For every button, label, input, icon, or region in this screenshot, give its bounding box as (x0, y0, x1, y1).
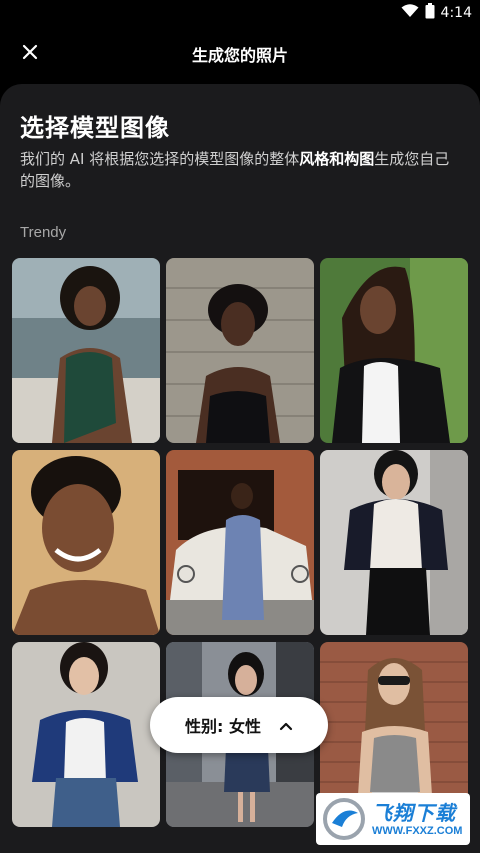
status-bar: 4:14 (0, 0, 480, 26)
model-photo-7[interactable] (12, 642, 160, 827)
top-bar: 生成您的照片 (0, 26, 480, 82)
watermark-logo-icon (322, 797, 366, 841)
gender-filter-button[interactable]: 性别: 女性 (150, 697, 328, 753)
description-prefix: 我们的 AI 将根据您选择的模型图像的整体 (20, 150, 300, 168)
watermark-url-text: WWW.FXXZ.COM (372, 825, 463, 837)
wifi-icon (401, 4, 419, 22)
description-bold: 风格和构图 (299, 150, 375, 168)
model-photo-3[interactable] (320, 258, 468, 443)
battery-icon (425, 3, 435, 23)
watermark-text: 飞翔下载 WWW.FXXZ.COM (372, 801, 462, 837)
category-label: Trendy (20, 224, 67, 241)
description-text: 我们的 AI 将根据您选择的模型图像的整体风格和构图生成您自己的图像。 (20, 148, 460, 192)
model-photo-4[interactable] (12, 450, 160, 635)
section-heading: 选择模型图像 (20, 114, 170, 142)
model-photo-1[interactable] (12, 258, 160, 443)
status-time: 4:14 (440, 5, 472, 21)
gender-filter-label: 性别: 女性 (185, 717, 261, 736)
chevron-up-icon (279, 716, 293, 735)
page-title: 生成您的照片 (191, 46, 288, 65)
watermark: 飞翔下载 WWW.FXXZ.COM (316, 793, 470, 845)
model-photo-6[interactable] (320, 450, 468, 635)
model-photo-5[interactable] (166, 450, 314, 635)
watermark-main-text: 飞翔下载 (372, 801, 456, 825)
model-photo-2[interactable] (166, 258, 314, 443)
